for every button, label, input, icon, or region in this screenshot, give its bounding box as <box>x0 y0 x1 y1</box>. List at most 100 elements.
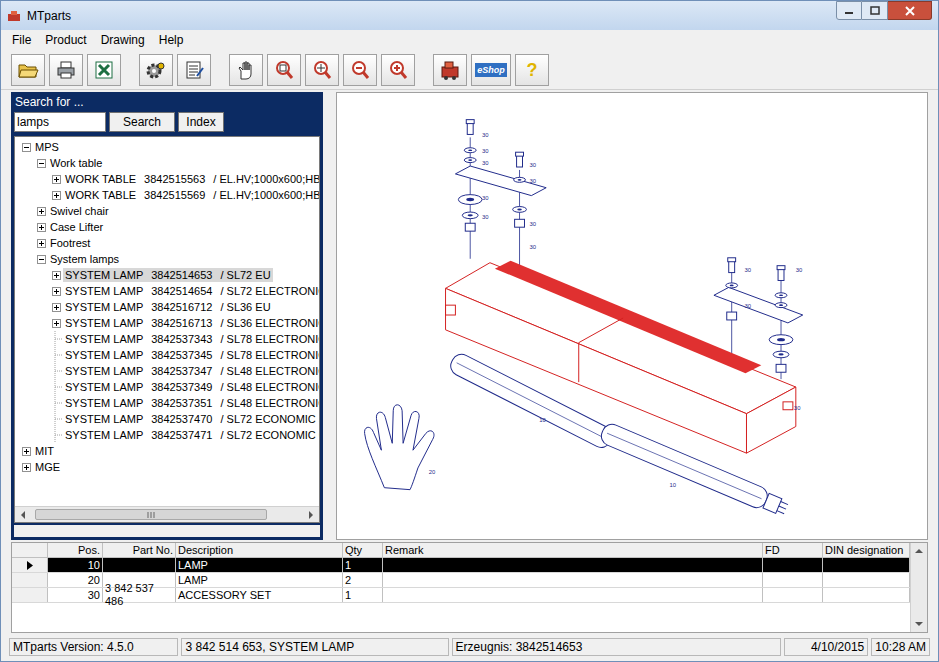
callout-label: 30 <box>794 405 801 411</box>
tree-item-label: SYSTEM LAMP3842516712/ SL36 EU <box>63 300 273 314</box>
tree-item-label: Work table <box>48 156 104 170</box>
tree-item[interactable]: System lamps <box>15 251 319 267</box>
tree-item[interactable]: Case Lifter <box>15 219 319 235</box>
table-row[interactable]: 20LAMP2 <box>12 573 910 588</box>
open-button[interactable] <box>11 54 45 86</box>
edit-button[interactable] <box>177 54 211 86</box>
tree-item[interactable]: SYSTEM LAMP3842516713/ SL36 ELECTRONIC <box>15 315 319 331</box>
expand-icon[interactable] <box>52 271 61 280</box>
table-cell <box>103 558 176 572</box>
maximize-button[interactable] <box>862 1 888 20</box>
list-edit-icon <box>183 59 205 81</box>
configure-button[interactable] <box>139 54 173 86</box>
printer-icon <box>55 59 77 81</box>
table-cell <box>103 573 176 587</box>
status-field: 10:28 AM <box>871 638 930 656</box>
zoom-fit-button[interactable] <box>305 54 339 86</box>
tree-item-label: System lamps <box>48 252 121 266</box>
column-header[interactable]: Remark <box>383 543 763 557</box>
print-button[interactable] <box>49 54 83 86</box>
tree-item[interactable]: SYSTEM LAMP3842516712/ SL36 EU <box>15 299 319 315</box>
callout-label: 10 <box>539 417 546 423</box>
tree-item[interactable]: Footrest <box>15 235 319 251</box>
tree-line-icon <box>50 379 62 395</box>
callout-label: 30 <box>482 132 489 138</box>
table-row[interactable]: 10LAMP1 <box>12 558 910 573</box>
tree-item-label: SYSTEM LAMP3842537343/ SL78 ELECTRONIC <box>63 332 319 346</box>
tree-item-label: SYSTEM LAMP3842537349/ SL48 ELECTRONIC <box>63 380 319 394</box>
column-header[interactable]: FD <box>763 543 823 557</box>
tree-item[interactable]: SYSTEM LAMP3842514654/ SL72 ELECTRONIC <box>15 283 319 299</box>
expand-icon[interactable] <box>52 191 61 200</box>
tree-item[interactable]: SYSTEM LAMP3842537351/ SL48 ELECTRONIC <box>15 395 319 411</box>
splitter[interactable] <box>323 92 336 540</box>
tree-item[interactable]: SYSTEM LAMP3842537349/ SL48 ELECTRONIC <box>15 379 319 395</box>
tree-item[interactable]: SYSTEM LAMP3842537343/ SL78 ELECTRONIC <box>15 331 319 347</box>
menu-item[interactable]: Drawing <box>94 32 152 48</box>
tree-item[interactable]: SYSTEM LAMP3842537345/ SL78 ELECTRONIC <box>15 347 319 363</box>
tree-item[interactable]: SYSTEM LAMP3842537470/ SL72 ECONOMIC S <box>15 411 319 427</box>
tree-item[interactable]: Work table <box>15 155 319 171</box>
parts-drawing[interactable]: 30303030303030303030303010102030 <box>337 93 927 539</box>
zoom-out-button[interactable] <box>343 54 377 86</box>
tree-item[interactable]: WORK TABLE3842515563/ EL.HV;1000x600;HB <box>15 171 319 187</box>
tree-line-icon <box>50 395 62 411</box>
expand-icon[interactable] <box>52 287 61 296</box>
collapse-icon[interactable] <box>22 143 31 152</box>
title-bar[interactable]: MTparts <box>1 1 938 30</box>
window-title: MTparts <box>27 7 71 25</box>
expand-icon[interactable] <box>37 207 46 216</box>
zoom-window-button[interactable] <box>267 54 301 86</box>
tree-item[interactable]: SYSTEM LAMP3842537347/ SL48 ELECTRONIC <box>15 363 319 379</box>
search-button[interactable]: Index <box>178 112 224 132</box>
table-cell <box>763 588 823 602</box>
column-header[interactable]: Pos. <box>48 543 103 557</box>
help-button[interactable]: ? <box>515 54 549 86</box>
tree-item[interactable]: WORK TABLE3842515569/ EL.HV;1000x600;HB <box>15 187 319 203</box>
menu-item[interactable]: Help <box>152 32 191 48</box>
search-input[interactable]: lamps <box>14 112 106 132</box>
column-header[interactable]: Description <box>176 543 343 557</box>
column-header[interactable]: Part No. <box>103 543 176 557</box>
expand-icon[interactable] <box>52 175 61 184</box>
column-header[interactable]: Qty <box>343 543 383 557</box>
zoom-in-button[interactable] <box>381 54 415 86</box>
expand-icon[interactable] <box>22 447 31 456</box>
tree-item[interactable]: Swivel chair <box>15 203 319 219</box>
scrollbar-thumb[interactable] <box>35 509 267 520</box>
hand-button[interactable] <box>229 54 263 86</box>
column-header[interactable]: DIN designation <box>823 543 910 557</box>
horizontal-scrollbar[interactable] <box>15 506 319 522</box>
close-button[interactable] <box>888 1 932 20</box>
expand-icon[interactable] <box>22 463 31 472</box>
tree-line-icon <box>50 427 62 443</box>
minimize-button[interactable] <box>836 1 862 20</box>
tree-view: MPSWork tableWORK TABLE3842515563/ EL.HV… <box>14 136 320 523</box>
search-heading: Search for ... <box>14 95 320 110</box>
tree-item[interactable]: SYSTEM LAMP3842514653/ SL72 EU <box>15 267 319 283</box>
menu-item[interactable]: Product <box>38 32 93 48</box>
menu-item[interactable]: File <box>5 32 38 48</box>
collapse-icon[interactable] <box>37 255 46 264</box>
eshop-button[interactable]: eShop <box>471 54 511 86</box>
tree-item[interactable]: MGE <box>15 459 319 475</box>
machine-button[interactable] <box>433 54 467 86</box>
expand-icon[interactable] <box>37 239 46 248</box>
callout-label: 20 <box>429 469 436 475</box>
expand-icon[interactable] <box>52 319 61 328</box>
tree-item[interactable]: MPS <box>15 139 319 155</box>
tree-item-label: SYSTEM LAMP3842537345/ SL78 ELECTRONIC <box>63 348 319 362</box>
search-button[interactable]: Search <box>109 112 175 132</box>
table-cell: 1 <box>343 558 383 572</box>
table-row[interactable]: 303 842 537 486ACCESSORY SET1 <box>12 588 910 603</box>
table-cell: 2 <box>343 573 383 587</box>
excel-button[interactable] <box>87 54 121 86</box>
vertical-scrollbar[interactable] <box>910 543 927 632</box>
collapse-icon[interactable] <box>37 159 46 168</box>
tree-item-label: SYSTEM LAMP3842514654/ SL72 ELECTRONIC <box>63 284 319 298</box>
tree-item[interactable]: MIT <box>15 443 319 459</box>
tree-item[interactable]: SYSTEM LAMP3842537471/ SL72 ECONOMIC G <box>15 427 319 443</box>
expand-icon[interactable] <box>52 303 61 312</box>
expand-icon[interactable] <box>37 223 46 232</box>
scroll-right-icon <box>308 511 314 519</box>
